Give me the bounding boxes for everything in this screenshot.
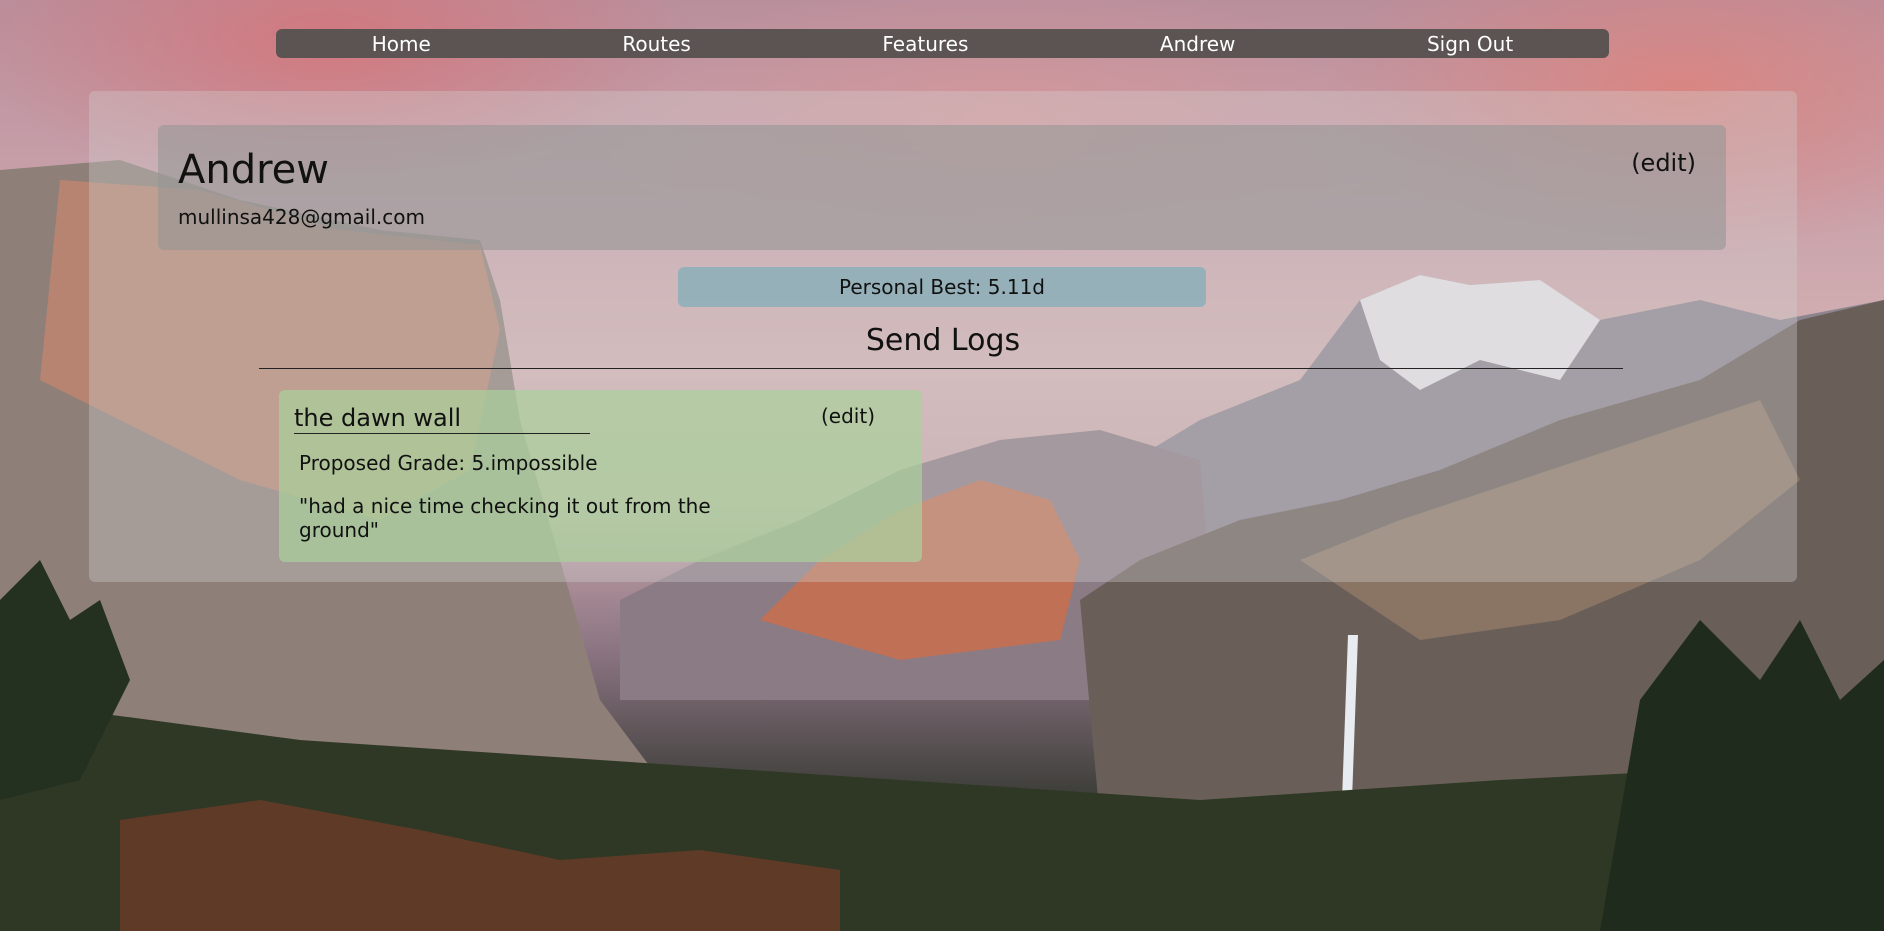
send-log-note: "had a nice time checking it out from th… [299, 494, 711, 542]
profile-panel: Andrew mullinsa428@gmail.com (edit) Pers… [89, 91, 1797, 582]
profile-email: mullinsa428@gmail.com [178, 205, 425, 229]
edit-profile-link[interactable]: (edit) [1631, 149, 1696, 177]
profile-card: Andrew mullinsa428@gmail.com (edit) [158, 125, 1726, 250]
nav-home[interactable]: Home [342, 32, 461, 56]
profile-name: Andrew [178, 147, 329, 193]
send-logs-heading: Send Logs [865, 323, 1021, 358]
nav-features[interactable]: Features [852, 32, 998, 56]
nav-sign-out[interactable]: Sign Out [1397, 32, 1543, 56]
edit-send-log-link[interactable]: (edit) [821, 404, 875, 428]
send-logs-divider [259, 368, 1623, 369]
top-nav-bar: Home Routes Features Andrew Sign Out [276, 29, 1609, 58]
personal-best-badge: Personal Best: 5.11d [678, 267, 1206, 307]
nav-profile-andrew[interactable]: Andrew [1130, 32, 1266, 56]
nav-routes[interactable]: Routes [592, 32, 720, 56]
send-log-route-name: the dawn wall [294, 404, 590, 434]
send-log-proposed-grade: Proposed Grade: 5.impossible [299, 451, 598, 475]
send-log-card: the dawn wall (edit) Proposed Grade: 5.i… [279, 390, 922, 562]
